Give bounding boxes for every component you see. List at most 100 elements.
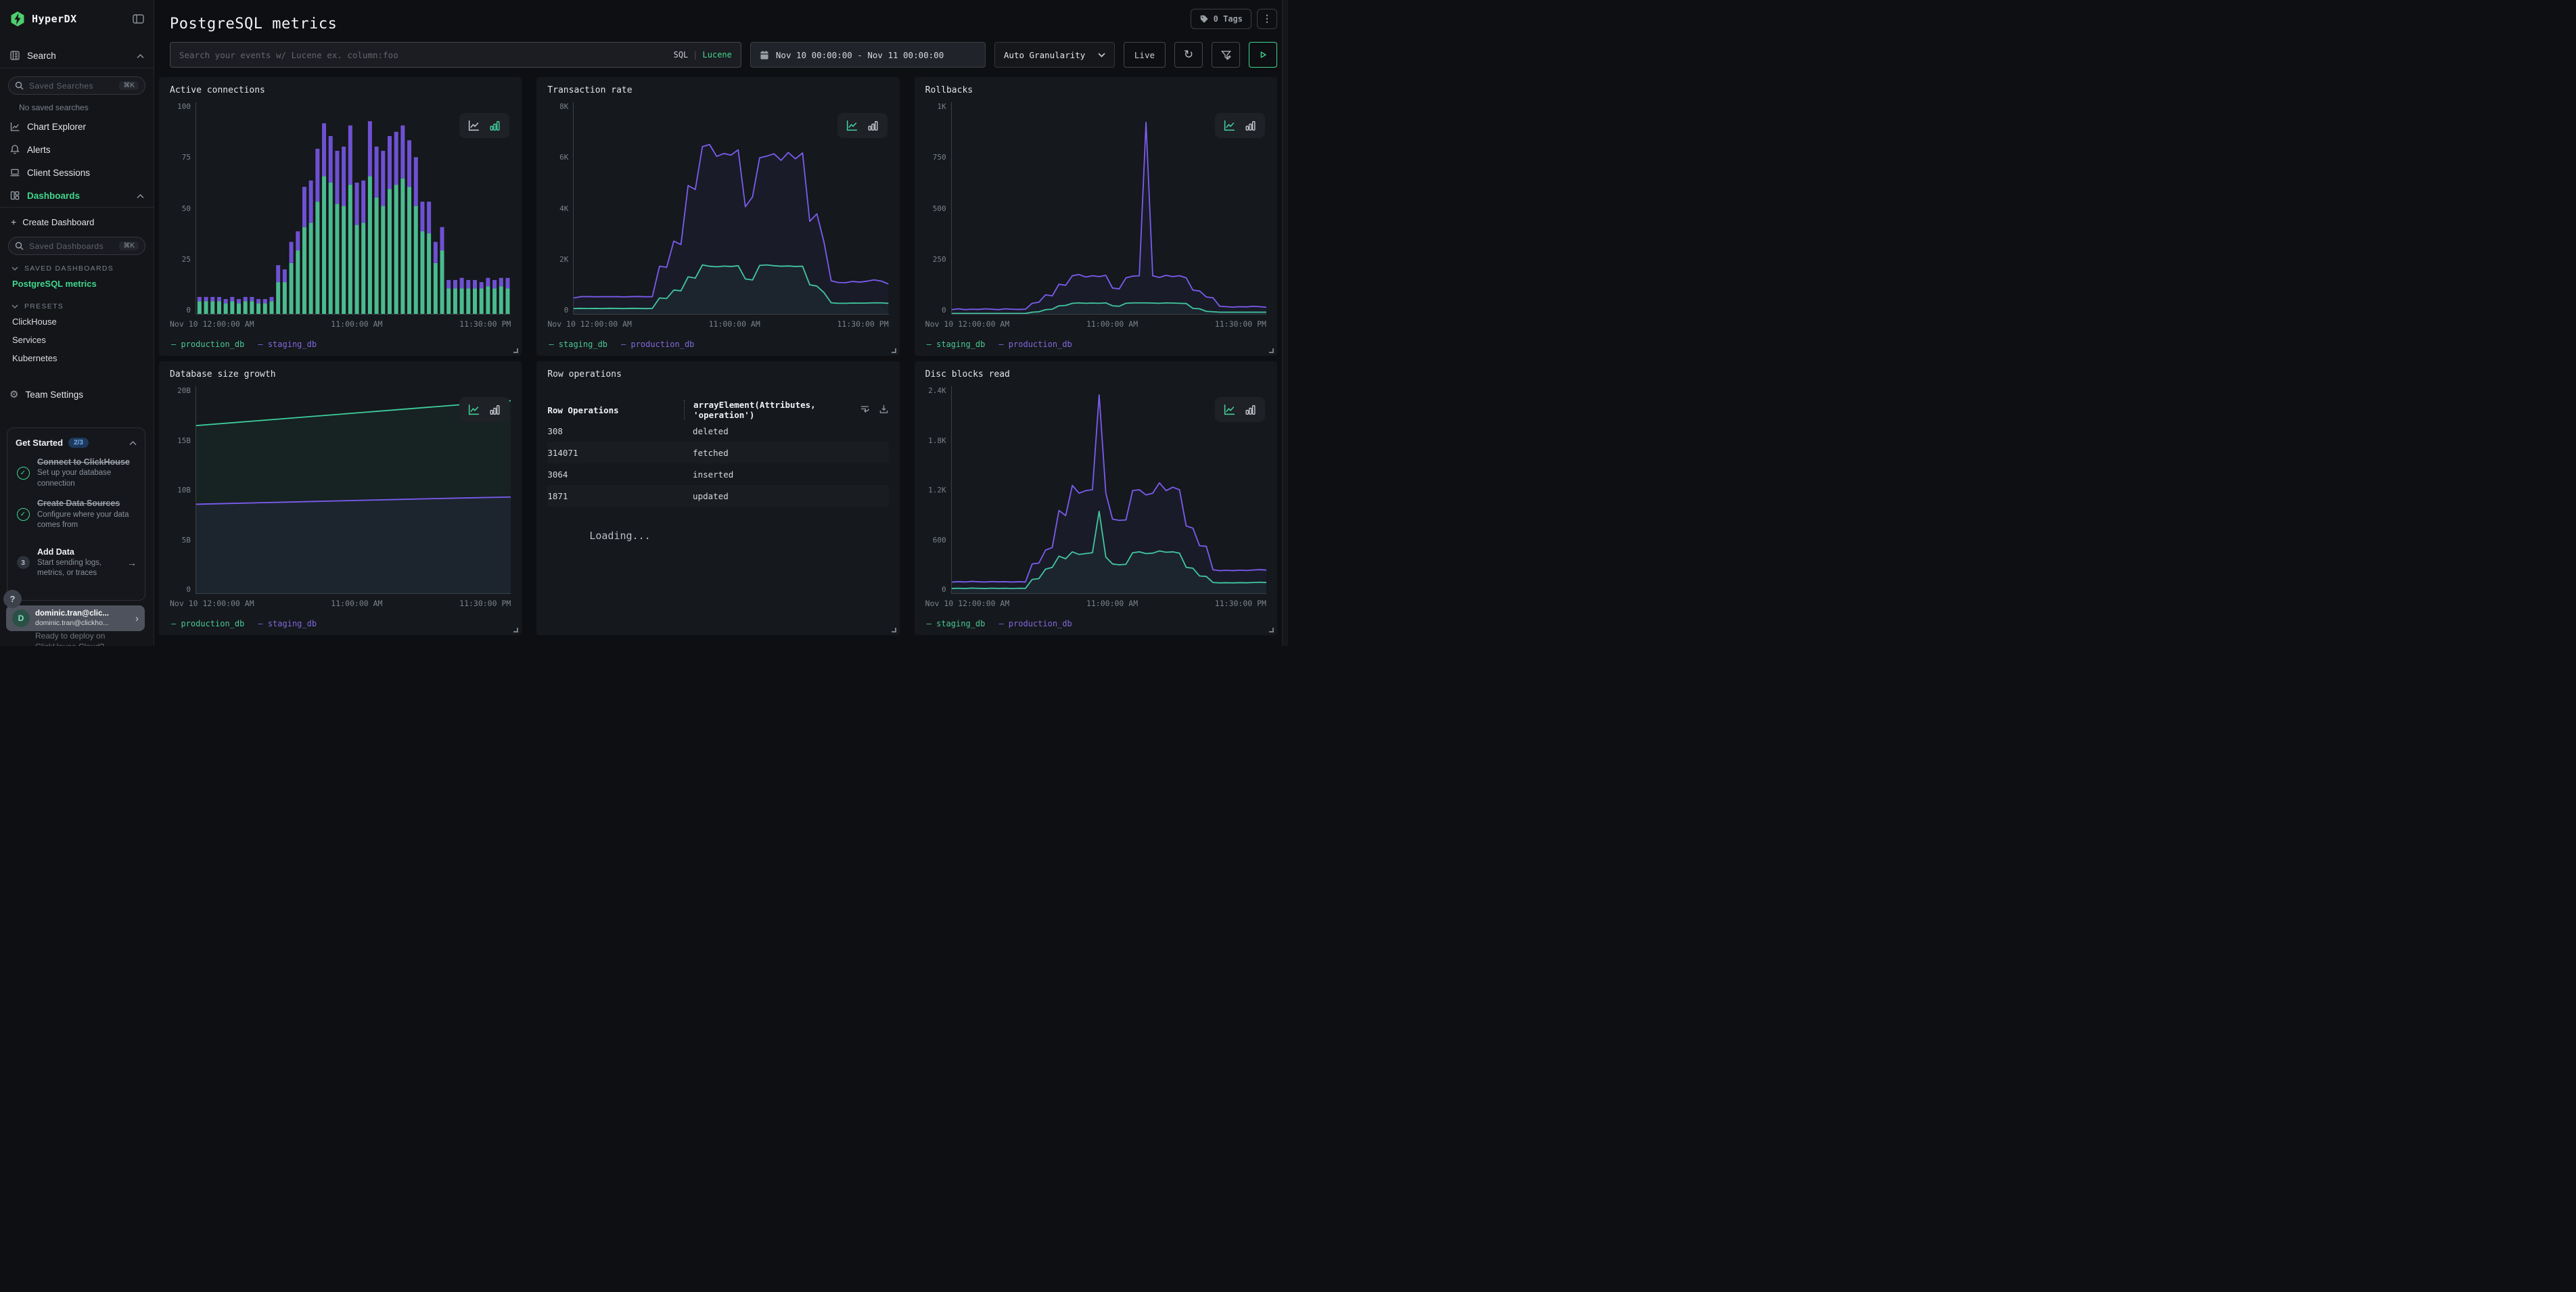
line-chart-toggle-button[interactable]	[1223, 403, 1236, 416]
resize-handle-icon[interactable]	[1269, 348, 1274, 353]
granularity-select[interactable]: Auto Granularity	[994, 42, 1115, 68]
group-presets[interactable]: PRESETS	[0, 293, 154, 313]
chart-legend: — staging_db — production_db	[925, 329, 1266, 352]
legend-item[interactable]: — production_db	[171, 619, 244, 628]
scrollbar-track[interactable]	[1282, 0, 1288, 646]
chevron-up-icon	[137, 51, 144, 61]
y-tick-label: 1K	[937, 102, 946, 111]
legend-item[interactable]: — staging_db	[927, 340, 986, 349]
get-started-header[interactable]: Get Started 2/3	[7, 431, 145, 451]
y-tick-label: 25	[182, 255, 191, 264]
refresh-button[interactable]: ↻	[1174, 42, 1203, 68]
x-tick-label: Nov 10 12:00:00 AM	[925, 319, 1010, 329]
resize-handle-icon[interactable]	[1269, 628, 1274, 632]
x-axis: Nov 10 12:00:00 AM11:00:00 AM11:30:00 PM	[547, 315, 888, 329]
sidebar-item-chart-explorer[interactable]: Chart Explorer	[0, 115, 154, 138]
filter-edit-button[interactable]	[1212, 42, 1240, 68]
x-tick-label: 11:30:00 PM	[837, 319, 888, 329]
lucene-mode-button[interactable]: Lucene	[703, 50, 732, 60]
bar-chart-toggle-button[interactable]	[488, 403, 501, 416]
sidebar-item-clickhouse[interactable]: ClickHouse	[0, 313, 154, 331]
run-query-button[interactable]	[1249, 42, 1277, 68]
sidebar-item-postgresql-metrics[interactable]: PostgreSQL metrics	[0, 275, 154, 293]
y-tick-label: 75	[182, 153, 191, 162]
get-started-step-1[interactable]: ✓ Connect to ClickHouse Set up your data…	[7, 451, 145, 492]
download-icon[interactable]	[879, 404, 889, 416]
chevron-down-icon	[12, 264, 18, 273]
app-window: HyperDX Search Saved Searches ⌘K No save…	[0, 0, 1288, 646]
chart-type-toggle	[837, 113, 888, 138]
legend-item[interactable]: — production_db	[171, 340, 244, 349]
panel-menu-button[interactable]: ⋮	[1257, 9, 1277, 29]
live-button[interactable]: Live	[1124, 42, 1166, 68]
bar-chart-toggle-button[interactable]	[1244, 119, 1257, 132]
table-header-icons	[860, 404, 889, 416]
legend-item[interactable]: — production_db	[621, 340, 694, 349]
sidebar-section-dashboards[interactable]: Dashboards	[0, 184, 154, 208]
user-account-button[interactable]: D dominic.tran@clic... dominic.tran@clic…	[6, 605, 145, 631]
sidebar-item-label: Alerts	[27, 145, 51, 155]
table-cell-value: 3064	[547, 469, 684, 480]
group-label-text: SAVED DASHBOARDS	[24, 264, 114, 273]
sql-mode-button[interactable]: SQL	[674, 50, 689, 60]
x-tick-label: 11:30:00 PM	[459, 599, 511, 608]
resize-handle-icon[interactable]	[513, 348, 518, 353]
table-row: 308deleted	[547, 420, 888, 442]
create-dashboard-button[interactable]: + Create Dashboard	[0, 208, 154, 229]
help-button[interactable]: ?	[3, 590, 22, 608]
resize-handle-icon[interactable]	[892, 628, 896, 632]
legend-item[interactable]: — production_db	[998, 340, 1072, 349]
line-chart-toggle-button[interactable]	[467, 403, 480, 416]
resize-handle-icon[interactable]	[892, 348, 896, 353]
x-axis: Nov 10 12:00:00 AM11:00:00 AM11:30:00 PM	[925, 315, 1266, 329]
search-input[interactable]	[179, 50, 667, 60]
hyperdx-logo-icon	[9, 11, 26, 27]
legend-item[interactable]: — staging_db	[258, 619, 317, 628]
saved-searches-input[interactable]: Saved Searches ⌘K	[8, 76, 145, 95]
y-tick-label: 15B	[177, 436, 191, 445]
legend-item[interactable]: — staging_db	[549, 340, 607, 349]
x-tick-label: Nov 10 12:00:00 AM	[170, 599, 254, 608]
date-range-picker[interactable]: Nov 10 00:00:00 - Nov 11 00:00:00	[750, 42, 986, 68]
get-started-step-2[interactable]: ✓ Create Data Sources Configure where yo…	[7, 492, 145, 533]
sidebar-item-kubernetes[interactable]: Kubernetes	[0, 349, 154, 367]
resize-handle-icon[interactable]	[513, 628, 518, 632]
line-chart-toggle-button[interactable]	[467, 119, 480, 132]
legend-item[interactable]: — staging_db	[258, 340, 317, 349]
table-cell-operation: fetched	[684, 448, 889, 458]
sidebar-item-client-sessions[interactable]: Client Sessions	[0, 161, 154, 184]
y-tick-label: 1.8K	[928, 436, 946, 445]
line-chart-toggle-button[interactable]	[846, 119, 858, 132]
granularity-value: Auto Granularity	[1004, 50, 1085, 60]
chart-explorer-icon	[9, 121, 20, 132]
table-column-header[interactable]: arrayElement(Attributes, 'operation')	[684, 400, 889, 420]
panel-active-connections: Active connections 1007550250Nov 10 12:0…	[159, 77, 522, 356]
bar-chart-toggle-button[interactable]	[488, 119, 501, 132]
line-chart-toggle-button[interactable]	[1223, 119, 1236, 132]
x-axis: Nov 10 12:00:00 AM11:00:00 AM11:30:00 PM	[925, 594, 1266, 608]
refresh-icon: ↻	[1184, 48, 1193, 62]
sidebar-item-services[interactable]: Services	[0, 331, 154, 349]
tag-icon	[1199, 14, 1209, 24]
bar-chart-toggle-button[interactable]	[867, 119, 879, 132]
bar-chart-toggle-button[interactable]	[1244, 403, 1257, 416]
saved-dashboards-input[interactable]: Saved Dashboards ⌘K	[8, 237, 145, 255]
y-tick-label: 0	[186, 585, 191, 594]
sidebar-item-label: Chart Explorer	[27, 122, 86, 132]
table-column-header[interactable]: Row Operations	[547, 405, 684, 415]
x-tick-label: 11:30:00 PM	[1215, 319, 1266, 329]
sidebar-section-search[interactable]: Search	[0, 43, 154, 68]
sort-icon[interactable]	[860, 404, 871, 416]
panel-rollbacks: Rollbacks 1K7505002500Nov 10 12:00:00 AM…	[915, 77, 1277, 356]
avatar: D	[12, 609, 30, 627]
tags-button[interactable]: 0 Tags	[1191, 9, 1251, 29]
legend-item[interactable]: — production_db	[998, 619, 1072, 628]
sidebar-collapse-icon[interactable]	[133, 14, 144, 24]
group-saved-dashboards[interactable]: SAVED DASHBOARDS	[0, 255, 154, 275]
legend-item[interactable]: — staging_db	[927, 619, 986, 628]
shortcut-badge: ⌘K	[119, 81, 139, 90]
get-started-step-3[interactable]: 3 Add Data Start sending logs, metrics, …	[7, 540, 145, 582]
sidebar-item-team-settings[interactable]: ⚙ Team Settings	[0, 384, 154, 406]
step-description: Start sending logs, metrics, or traces	[37, 558, 120, 579]
sidebar-item-alerts[interactable]: Alerts	[0, 138, 154, 161]
